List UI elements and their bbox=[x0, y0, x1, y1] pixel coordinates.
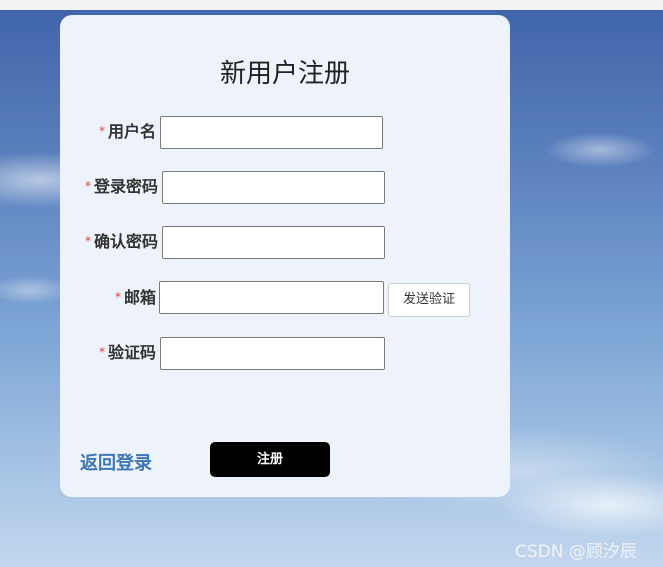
confirm-password-label-text: 确认密码 bbox=[93, 232, 158, 251]
password-label-text: 登录密码 bbox=[93, 177, 158, 196]
back-to-login-link[interactable]: 返回登录 bbox=[80, 449, 152, 475]
username-input[interactable] bbox=[160, 116, 383, 149]
watermark: CSDN @顾汐辰 bbox=[515, 542, 637, 562]
captcha-label-text: 验证码 bbox=[107, 343, 156, 362]
username-label-text: 用户名 bbox=[107, 122, 156, 141]
required-mark: * bbox=[98, 124, 105, 138]
confirm-password-label: * 确认密码 bbox=[74, 225, 158, 259]
password-input[interactable] bbox=[162, 171, 385, 204]
username-label: * 用户名 bbox=[90, 115, 156, 149]
required-mark: * bbox=[84, 234, 91, 248]
register-button[interactable]: 注册 bbox=[210, 442, 330, 477]
send-code-button[interactable]: 发送验证 bbox=[388, 283, 470, 317]
email-label: * 邮箱 bbox=[106, 281, 156, 315]
captcha-input[interactable] bbox=[160, 337, 385, 370]
register-card: 新用户注册 * 用户名 * 登录密码 * 确认密码 * 邮箱 发送验证 * 验证码 返回登… bbox=[60, 15, 510, 497]
browser-top-strip bbox=[0, 0, 663, 10]
password-label: * 登录密码 bbox=[74, 170, 158, 204]
page-title: 新用户注册 bbox=[219, 59, 350, 89]
confirm-password-input[interactable] bbox=[162, 226, 385, 259]
email-input[interactable] bbox=[159, 281, 384, 314]
required-mark: * bbox=[84, 179, 91, 193]
required-mark: * bbox=[114, 290, 121, 304]
captcha-label: * 验证码 bbox=[90, 336, 156, 370]
required-mark: * bbox=[98, 345, 105, 359]
email-label-text: 邮箱 bbox=[123, 288, 156, 307]
